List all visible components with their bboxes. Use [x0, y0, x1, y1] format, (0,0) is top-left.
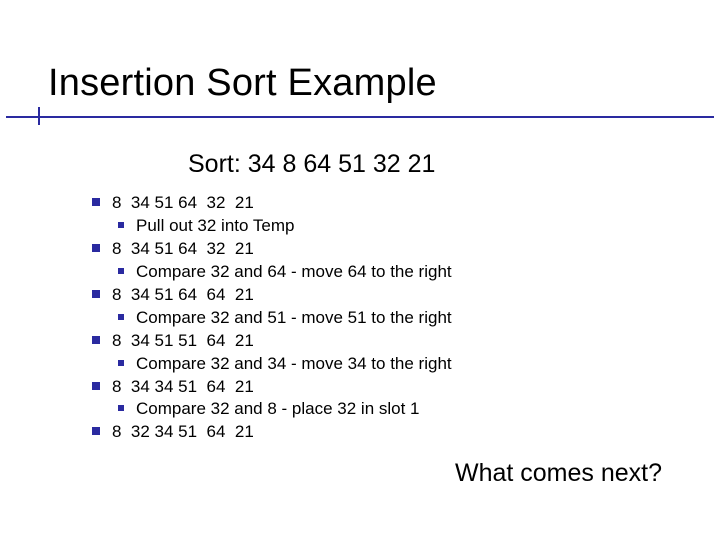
step-note: Compare 32 and 8 - place 32 in slot 1 — [136, 398, 420, 421]
list-item: 8 34 51 64 32 21 — [92, 238, 452, 261]
list-item: Compare 32 and 8 - place 32 in slot 1 — [118, 398, 452, 421]
array-state: 8 34 51 51 64 21 — [112, 330, 254, 353]
slide: Insertion Sort Example Sort: 34 8 64 51 … — [0, 0, 720, 540]
list-item: 8 34 51 51 64 21 — [92, 330, 452, 353]
list-item: 8 32 34 51 64 21 — [92, 421, 452, 444]
list-item: Pull out 32 into Temp — [118, 215, 452, 238]
list-item: Compare 32 and 64 - move 64 to the right — [118, 261, 452, 284]
array-state: 8 34 51 64 64 21 — [112, 284, 254, 307]
array-state: 8 32 34 51 64 21 — [112, 421, 254, 444]
square-bullet-icon — [92, 382, 100, 390]
square-bullet-icon — [118, 405, 124, 411]
slide-title: Insertion Sort Example — [48, 62, 437, 105]
steps-list: 8 34 51 64 32 21 Pull out 32 into Temp 8… — [92, 192, 452, 444]
square-bullet-icon — [92, 198, 100, 206]
list-item: 8 34 34 51 64 21 — [92, 376, 452, 399]
sort-sequence: Sort: 34 8 64 51 32 21 — [188, 150, 435, 179]
list-item: 8 34 51 64 32 21 — [92, 192, 452, 215]
step-note: Compare 32 and 34 - move 34 to the right — [136, 353, 452, 376]
list-item: 8 34 51 64 64 21 — [92, 284, 452, 307]
array-state: 8 34 51 64 32 21 — [112, 192, 254, 215]
array-state: 8 34 51 64 32 21 — [112, 238, 254, 261]
array-state: 8 34 34 51 64 21 — [112, 376, 254, 399]
step-note: Pull out 32 into Temp — [136, 215, 294, 238]
square-bullet-icon — [118, 268, 124, 274]
square-bullet-icon — [92, 244, 100, 252]
step-note: Compare 32 and 64 - move 64 to the right — [136, 261, 452, 284]
square-bullet-icon — [118, 222, 124, 228]
square-bullet-icon — [118, 360, 124, 366]
square-bullet-icon — [92, 290, 100, 298]
footer-question: What comes next? — [455, 459, 662, 488]
title-rule — [6, 116, 714, 118]
title-rule-tick — [38, 107, 40, 125]
step-note: Compare 32 and 51 - move 51 to the right — [136, 307, 452, 330]
list-item: Compare 32 and 34 - move 34 to the right — [118, 353, 452, 376]
list-item: Compare 32 and 51 - move 51 to the right — [118, 307, 452, 330]
square-bullet-icon — [92, 427, 100, 435]
square-bullet-icon — [118, 314, 124, 320]
square-bullet-icon — [92, 336, 100, 344]
